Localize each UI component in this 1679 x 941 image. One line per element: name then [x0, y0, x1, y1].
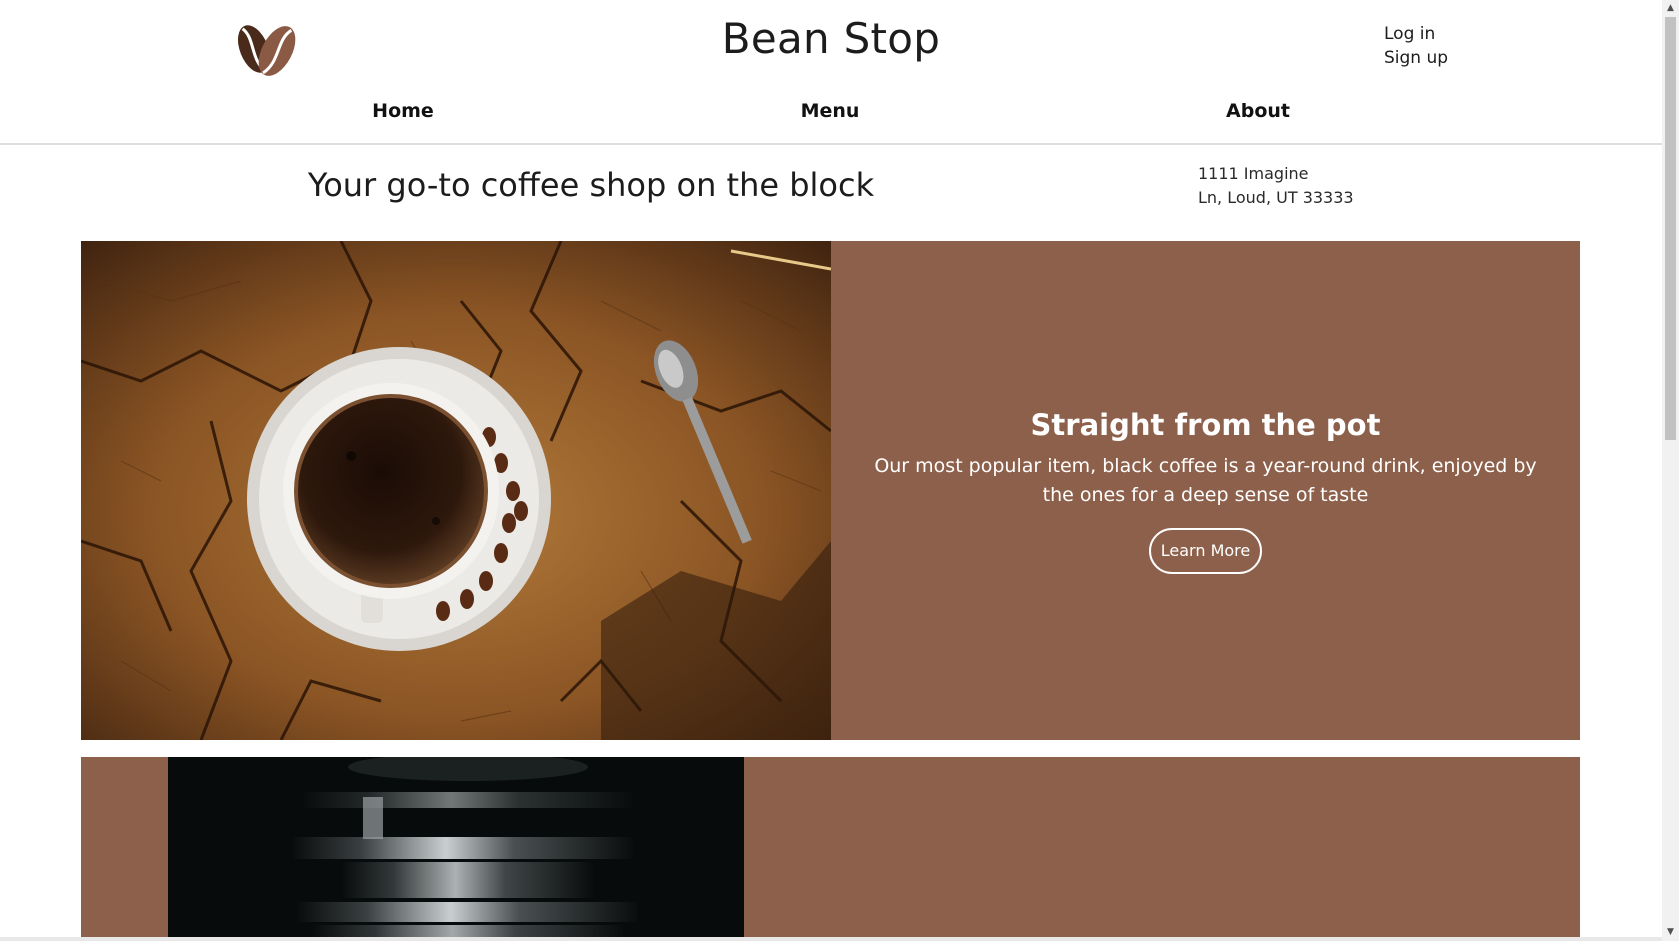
scroll-up-arrow-icon[interactable]: ▲ — [1662, 0, 1679, 17]
auth-links: Log in Sign up — [1384, 22, 1448, 70]
nav-menu[interactable]: Menu — [801, 100, 860, 122]
scroll-down-arrow-icon[interactable]: ▼ — [1662, 924, 1679, 941]
shop-address: 1111 Imagine Ln, Loud, UT 33333 — [1198, 162, 1358, 210]
feature-card-espresso — [81, 757, 1580, 941]
learn-more-button[interactable]: Learn More — [1148, 527, 1263, 574]
vertical-scrollbar[interactable]: ▲ ▼ — [1662, 0, 1679, 941]
horizontal-scroll-edge — [0, 937, 1662, 941]
feature-content: Straight from the pot Our most popular i… — [831, 241, 1580, 740]
feature-title: Straight from the pot — [1030, 407, 1381, 442]
page-tagline: Your go-to coffee shop on the block — [307, 166, 875, 204]
feature-card-black-coffee: Straight from the pot Our most popular i… — [81, 241, 1580, 740]
coffee-cup-on-wood-photo — [81, 241, 831, 740]
espresso-machine-photo — [168, 757, 744, 941]
nav-about[interactable]: About — [1226, 100, 1290, 122]
scrollbar-thumb[interactable] — [1665, 17, 1676, 440]
nav-divider — [0, 143, 1662, 145]
feature-description: Our most popular item, black coffee is a… — [874, 454, 1537, 506]
main-nav: Home Menu About — [0, 100, 1662, 130]
page: Bean Stop Log in Sign up Home Menu About… — [0, 0, 1662, 941]
nav-home[interactable]: Home — [372, 100, 434, 122]
address-line-1: 1111 Imagine — [1198, 164, 1309, 183]
signup-link[interactable]: Sign up — [1384, 46, 1448, 70]
login-link[interactable]: Log in — [1384, 22, 1448, 46]
address-line-2: Ln, Loud, UT 33333 — [1198, 188, 1354, 207]
